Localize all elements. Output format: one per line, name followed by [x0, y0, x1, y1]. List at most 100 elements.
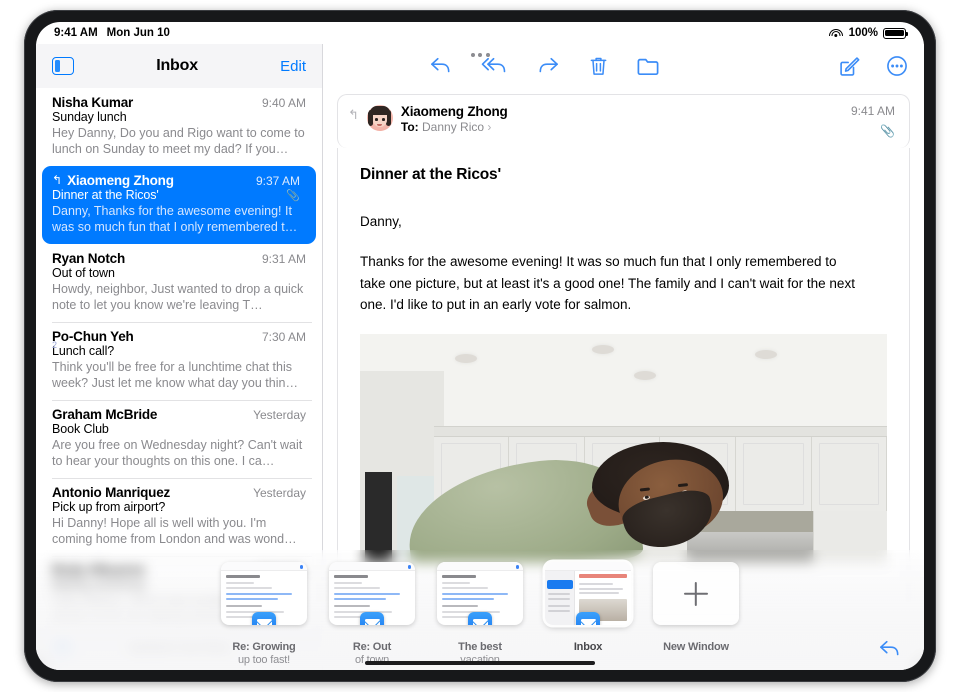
mail-subject-line: Lunch call? — [52, 344, 306, 358]
multitask-ellipsis-icon[interactable] — [458, 44, 502, 66]
window-thumbnail[interactable] — [545, 562, 631, 625]
to-label: To: — [400, 120, 419, 134]
trash-icon[interactable] — [589, 56, 608, 77]
mail-list-item[interactable]: ↰ Xiaomeng Zhong 9:37 AM Dinner at the Rico… — [42, 166, 316, 244]
mail-item-header: Po-Chun Yeh 7:30 AM — [52, 329, 306, 344]
mail-app-icon — [360, 612, 384, 625]
status-time: 9:41 AM — [54, 27, 98, 39]
mail-item-header: Nisha Kumar 9:40 AM — [52, 95, 306, 110]
window-switcher-item[interactable]: The bestvacation — [437, 562, 523, 667]
mail-app-icon — [468, 612, 492, 625]
mail-preview-text: Howdy, neighbor, Just wanted to drop a q… — [52, 282, 304, 312]
status-bar: 9:41 AM Mon Jun 10 100% — [36, 22, 924, 44]
mail-sender-name: Po-Chun Yeh — [52, 329, 134, 344]
mail-subject: Lunch call? — [52, 344, 115, 358]
mail-subject: Sunday lunch — [52, 110, 127, 124]
message-subject: Dinner at the Ricos' — [360, 166, 501, 183]
mail-list-item[interactable]: Antonio Manriquez Yesterday Pick up from a… — [36, 478, 322, 556]
paperclip-icon: 📎 — [880, 124, 895, 138]
message-sender-name: Xiaomeng Zhong — [400, 104, 508, 119]
mail-preview-text: Hi Danny! Hope all is well with you. I'm… — [52, 516, 297, 546]
mail-list-item[interactable]: Graham McBride Yesterday Book Club Are you … — [36, 400, 322, 478]
mail-subject: Out of town — [52, 266, 115, 280]
mail-preview-text: Are you free on Wednesday night? Can't w… — [52, 438, 303, 468]
message-header[interactable]: ↰ Xiaomeng Zhong To: Danny Rico › 9:41 A… — [337, 94, 910, 148]
mail-subject-line: Book Club — [52, 422, 306, 436]
window-title: Re: Growing — [232, 641, 296, 653]
mail-preview-text: Think you'll be free for a lunchtime cha… — [52, 360, 298, 390]
mail-subject: Book Club — [52, 422, 109, 436]
mail-subject-line: Out of town — [52, 266, 306, 280]
window-label: Inbox — [573, 641, 603, 654]
paperclip-icon: 📎 — [286, 189, 300, 202]
window-label: Re: Growing up too fast! — [232, 641, 295, 667]
mail-sender-name: Nisha Kumar — [52, 95, 134, 110]
message-toolbar — [323, 44, 924, 88]
home-indicator — [365, 660, 595, 665]
window-subtitle: up too fast! — [237, 654, 290, 667]
window-title: Inbox — [573, 641, 603, 653]
more-ellipsis-icon[interactable] — [886, 55, 908, 77]
window-title: Re: Out — [352, 641, 392, 653]
message-from-block: Xiaomeng Zhong To: Danny Rico › — [401, 104, 508, 134]
message-recipient[interactable]: To: Danny Rico › — [401, 120, 508, 134]
mail-item-header: Ryan Notch 9:31 AM — [52, 251, 306, 266]
wifi-icon — [829, 28, 844, 39]
window-thumbnail[interactable] — [653, 562, 739, 625]
message-header-right: 9:41 AM 📎 — [851, 104, 895, 138]
sidebar-toggle-fill — [54, 59, 61, 73]
window-title: New Window — [663, 641, 729, 653]
mail-subject: Pick up from airport? — [52, 500, 166, 514]
mail-sender-name: Xiaomeng Zhong — [67, 173, 174, 188]
window-thumbnail[interactable] — [329, 562, 415, 625]
battery-percent-label: 100% — [848, 27, 878, 39]
battery-icon — [883, 27, 908, 39]
window-switcher-item[interactable]: Re: Growing up too fast! — [221, 562, 307, 667]
mail-timestamp: Yesterday — [253, 486, 306, 500]
window-switcher[interactable]: Re: Growingup too fast! Re: Outof town The… — [36, 550, 924, 670]
mail-subject-line: Dinner at the Ricos' 📎 — [52, 188, 300, 202]
folder-icon[interactable] — [637, 57, 659, 76]
window-switcher-item[interactable]: Inbox — [545, 562, 631, 654]
forward-icon[interactable] — [537, 56, 560, 76]
message-paragraph: Thanks for the awesome evening! It was s… — [360, 254, 855, 313]
page-title: Inbox — [156, 57, 198, 74]
mail-list-item[interactable]: Nisha Kumar 9:40 AM Sunday lunch Hey Danny,… — [36, 88, 322, 166]
reply-icon[interactable] — [878, 639, 901, 659]
reply-arrow-icon: ↰ — [348, 107, 359, 122]
multitask-dot — [478, 53, 482, 57]
kitchen-photo[interactable] — [360, 333, 887, 564]
mail-sender-name: Antonio Manriquez — [52, 485, 171, 500]
device-bezel: 9:41 AM Mon Jun 10 100% Inbox Edit Nisha… — [36, 22, 924, 670]
edit-button[interactable]: Edit — [280, 58, 306, 75]
window-switcher-item[interactable]: New Window — [653, 562, 739, 654]
window-thumbnail[interactable] — [437, 562, 523, 625]
message-time: 9:41 AM — [850, 104, 895, 118]
sidebar-toggle-icon[interactable] — [52, 57, 74, 75]
mail-timestamp: 9:31 AM — [261, 252, 306, 266]
multitask-dot — [485, 53, 490, 57]
mail-list-nav-bar: Inbox Edit — [36, 44, 322, 88]
mail-item-header: Antonio Manriquez Yesterday — [52, 485, 306, 500]
mail-item-header: ↰ Xiaomeng Zhong 9:37 AM — [52, 173, 300, 188]
message-greeting: Danny, — [360, 214, 402, 229]
mail-list-item[interactable]: Ryan Notch 9:31 AM Out of town Howdy, neigh… — [36, 244, 322, 322]
compose-icon[interactable] — [839, 56, 860, 77]
chevron-right-icon: › — [487, 120, 492, 134]
reply-arrow-icon: ↰ — [52, 173, 63, 187]
mail-message-list[interactable]: Nisha Kumar 9:40 AM Sunday lunch Hey Danny,… — [36, 88, 322, 628]
mail-list-item[interactable]: Po-Chun Yeh 7:30 AM Lunch call? Think you'l… — [36, 322, 322, 400]
window-thumbnail[interactable] — [221, 562, 307, 625]
window-switcher-item[interactable]: Re: Outof town — [329, 562, 415, 667]
mail-preview-text: Danny, Thanks for the awesome evening! I… — [52, 204, 298, 234]
mail-sender-name: Ryan Notch — [52, 251, 126, 266]
status-date: Mon Jun 10 — [106, 27, 170, 39]
ipad-device-frame: 9:41 AM Mon Jun 10 100% Inbox Edit Nisha… — [24, 10, 936, 682]
mail-app-icon — [252, 612, 276, 625]
reply-icon[interactable] — [429, 56, 452, 76]
mail-timestamp: 9:40 AM — [261, 96, 306, 110]
mail-timestamp: Yesterday — [253, 408, 306, 422]
message-toolbar-right — [839, 55, 908, 77]
to-name: Danny Rico — [422, 120, 485, 134]
screen: 9:41 AM Mon Jun 10 100% Inbox Edit Nisha… — [36, 22, 924, 670]
